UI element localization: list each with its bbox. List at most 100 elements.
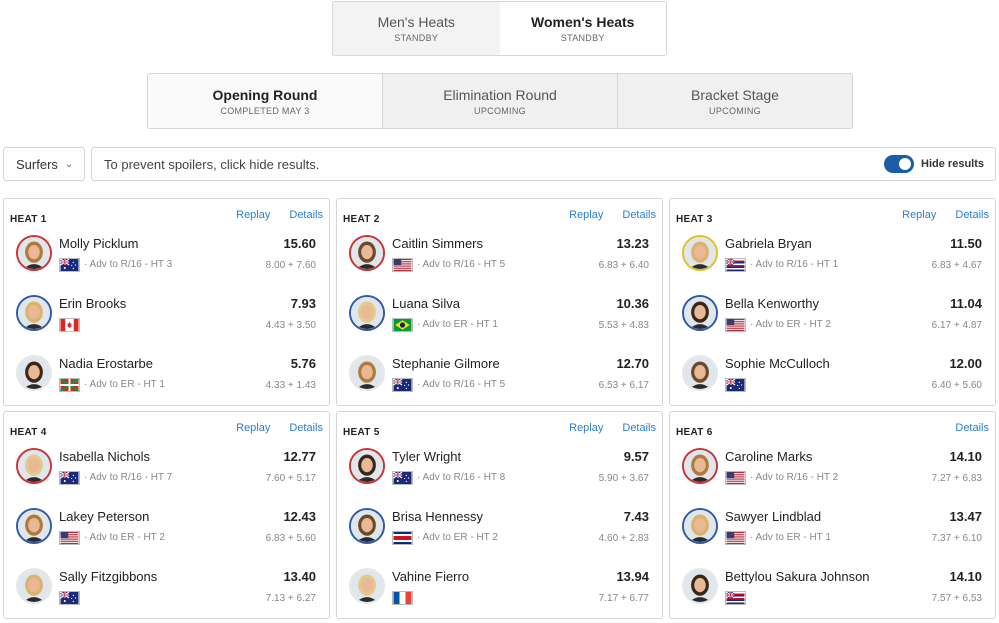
- surfer-name: Isabella Nichols: [59, 449, 151, 464]
- avatar: [349, 235, 385, 271]
- advance-status: · Adv to R/16 - HT 3: [84, 259, 173, 270]
- heat-score: 11.50: [950, 236, 982, 251]
- aus-flag-icon: [392, 378, 413, 392]
- tab-label: Opening Round: [212, 86, 318, 103]
- avatar: [349, 295, 385, 331]
- surfer-row[interactable]: Caitlin Simmers 13.23 · Adv to R/16 - HT 5…: [349, 235, 656, 277]
- heat-header: HEAT 6 Details: [676, 422, 989, 438]
- details-link[interactable]: Details: [622, 209, 656, 221]
- replay-link[interactable]: Replay: [902, 209, 936, 221]
- avatar: [16, 448, 52, 484]
- heat-card: HEAT 3 Replay Details Gabriela Bryan 11.50 · …: [669, 198, 996, 406]
- surfer-row[interactable]: Vahine Fierro 13.94 7.17 + 6.77: [349, 568, 656, 610]
- avatar: [682, 568, 718, 604]
- surfer-name: Caitlin Simmers: [392, 236, 484, 251]
- details-link[interactable]: Details: [289, 209, 323, 221]
- wave-scores: 4.33 + 1.43: [265, 380, 316, 391]
- replay-link[interactable]: Replay: [236, 422, 270, 434]
- details-link[interactable]: Details: [289, 422, 323, 434]
- heat-header: HEAT 3 Replay Details: [676, 209, 989, 225]
- usa-flag-icon: [392, 258, 413, 272]
- usa-flag-icon: [725, 318, 746, 332]
- wave-scores: 6.83 + 4.67: [931, 260, 982, 271]
- heat-title: HEAT 5: [343, 427, 380, 438]
- surfer-row[interactable]: Bettylou Sakura Johnson 14.10 7.57 + 6.53: [682, 568, 989, 610]
- hide-results-toggle[interactable]: [884, 155, 915, 173]
- heat-card: HEAT 1 Replay Details Molly Picklum 15.60 · A…: [3, 198, 330, 406]
- wave-scores: 6.17 + 4.87: [931, 320, 982, 331]
- avatar: [682, 355, 718, 391]
- surfers-dropdown[interactable]: Surfers ⌄: [3, 147, 85, 181]
- surfer-name: Sally Fitzgibbons: [59, 569, 158, 584]
- tab-womens-heats[interactable]: Women's Heats STANDBY: [499, 2, 666, 55]
- avatar: [682, 235, 718, 271]
- aus-flag-icon: [59, 471, 80, 485]
- avatar: [349, 508, 385, 544]
- tab-status: COMPLETED MAY 3: [220, 105, 310, 116]
- surfer-row[interactable]: Tyler Wright 9.57 · Adv to R/16 - HT 8 5.90…: [349, 448, 656, 490]
- heat-links: Replay Details: [217, 422, 323, 434]
- surfer-row[interactable]: Molly Picklum 15.60 · Adv to R/16 - HT 3 8.…: [16, 235, 323, 277]
- replay-link[interactable]: Replay: [569, 422, 603, 434]
- surfer-row[interactable]: Isabella Nichols 12.77 · Adv to R/16 - HT …: [16, 448, 323, 490]
- heat-card: HEAT 6 Details Caroline Marks 14.10 · Adv to…: [669, 411, 996, 619]
- surfer-row[interactable]: Brisa Hennessy 7.43 · Adv to ER - HT 2 4.60…: [349, 508, 656, 550]
- advance-status: · Adv to ER - HT 2: [84, 532, 165, 543]
- avatar: [16, 355, 52, 391]
- surfer-row[interactable]: Sally Fitzgibbons 13.40 7.13 + 6.27: [16, 568, 323, 610]
- heat-title: HEAT 6: [676, 427, 713, 438]
- advance-status: · Adv to R/16 - HT 8: [417, 472, 506, 483]
- surfer-row[interactable]: Stephanie Gilmore 12.70 · Adv to R/16 - HT…: [349, 355, 656, 397]
- heat-score: 13.94: [616, 569, 649, 584]
- wave-scores: 4.60 + 2.83: [598, 533, 649, 544]
- surfer-row[interactable]: Nadia Erostarbe 5.76 · Adv to ER - HT 1 4.3…: [16, 355, 323, 397]
- details-link[interactable]: Details: [622, 422, 656, 434]
- tab-status: STANDBY: [560, 33, 605, 43]
- surfer-name: Bella Kenworthy: [725, 296, 819, 311]
- surfer-name: Bettylou Sakura Johnson: [725, 569, 870, 584]
- wave-scores: 4.43 + 3.50: [265, 320, 316, 331]
- bra-flag-icon: [392, 318, 413, 332]
- advance-status: · Adv to R/16 - HT 5: [417, 379, 506, 390]
- heat-header: HEAT 5 Replay Details: [343, 422, 656, 438]
- tab-opening-round[interactable]: Opening Round COMPLETED MAY 3: [148, 74, 382, 128]
- surfer-row[interactable]: Sophie McCulloch 12.00 6.40 + 5.60: [682, 355, 989, 397]
- surfer-row[interactable]: Luana Silva 10.36 · Adv to ER - HT 1 5.53 +…: [349, 295, 656, 337]
- surfer-name: Sophie McCulloch: [725, 356, 830, 371]
- tab-elimination-round[interactable]: Elimination Round UPCOMING: [382, 74, 617, 128]
- tab-bracket-stage[interactable]: Bracket Stage UPCOMING: [617, 74, 852, 128]
- surfer-row[interactable]: Lakey Peterson 12.43 · Adv to ER - HT 2 6.8…: [16, 508, 323, 550]
- heat-score: 13.47: [949, 509, 982, 524]
- heat-card: HEAT 4 Replay Details Isabella Nichols 12.77…: [3, 411, 330, 619]
- avatar: [682, 448, 718, 484]
- surfer-name: Brisa Hennessy: [392, 509, 484, 524]
- heat-links: Replay Details: [550, 209, 656, 221]
- details-link[interactable]: Details: [955, 209, 989, 221]
- avatar: [682, 508, 718, 544]
- replay-link[interactable]: Replay: [236, 209, 270, 221]
- heat-header: HEAT 1 Replay Details: [10, 209, 323, 225]
- hide-results-control: Hide results: [884, 155, 984, 173]
- advance-status: · Adv to R/16 - HT 7: [84, 472, 173, 483]
- surfer-row[interactable]: Bella Kenworthy 11.04 · Adv to ER - HT 2 6.…: [682, 295, 989, 337]
- surfer-row[interactable]: Sawyer Lindblad 13.47 · Adv to ER - HT 1 7.…: [682, 508, 989, 550]
- chevron-down-icon: ⌄: [64, 158, 74, 170]
- tab-mens-heats[interactable]: Men's Heats STANDBY: [333, 2, 500, 55]
- details-link[interactable]: Details: [955, 422, 989, 434]
- surfer-row[interactable]: Caroline Marks 14.10 · Adv to R/16 - HT 2 7…: [682, 448, 989, 490]
- surfer-row[interactable]: Erin Brooks 7.93 4.43 + 3.50: [16, 295, 323, 337]
- usa-flag-icon: [725, 531, 746, 545]
- wave-scores: 7.27 + 6.83: [931, 473, 982, 484]
- advance-status: · Adv to ER - HT 1: [417, 319, 498, 330]
- surfers-dropdown-label: Surfers: [16, 156, 58, 172]
- replay-link[interactable]: Replay: [569, 209, 603, 221]
- wave-scores: 7.13 + 6.27: [265, 593, 316, 604]
- tab-status: STANDBY: [394, 33, 439, 43]
- spoiler-bar: To prevent spoilers, click hide results.…: [91, 147, 996, 181]
- surfer-row[interactable]: Gabriela Bryan 11.50 · Adv to R/16 - HT 1 6…: [682, 235, 989, 277]
- wave-scores: 6.83 + 5.60: [265, 533, 316, 544]
- wave-scores: 6.40 + 5.60: [931, 380, 982, 391]
- avatar: [349, 568, 385, 604]
- heat-title: HEAT 4: [10, 427, 47, 438]
- basque-flag-icon: [59, 378, 80, 392]
